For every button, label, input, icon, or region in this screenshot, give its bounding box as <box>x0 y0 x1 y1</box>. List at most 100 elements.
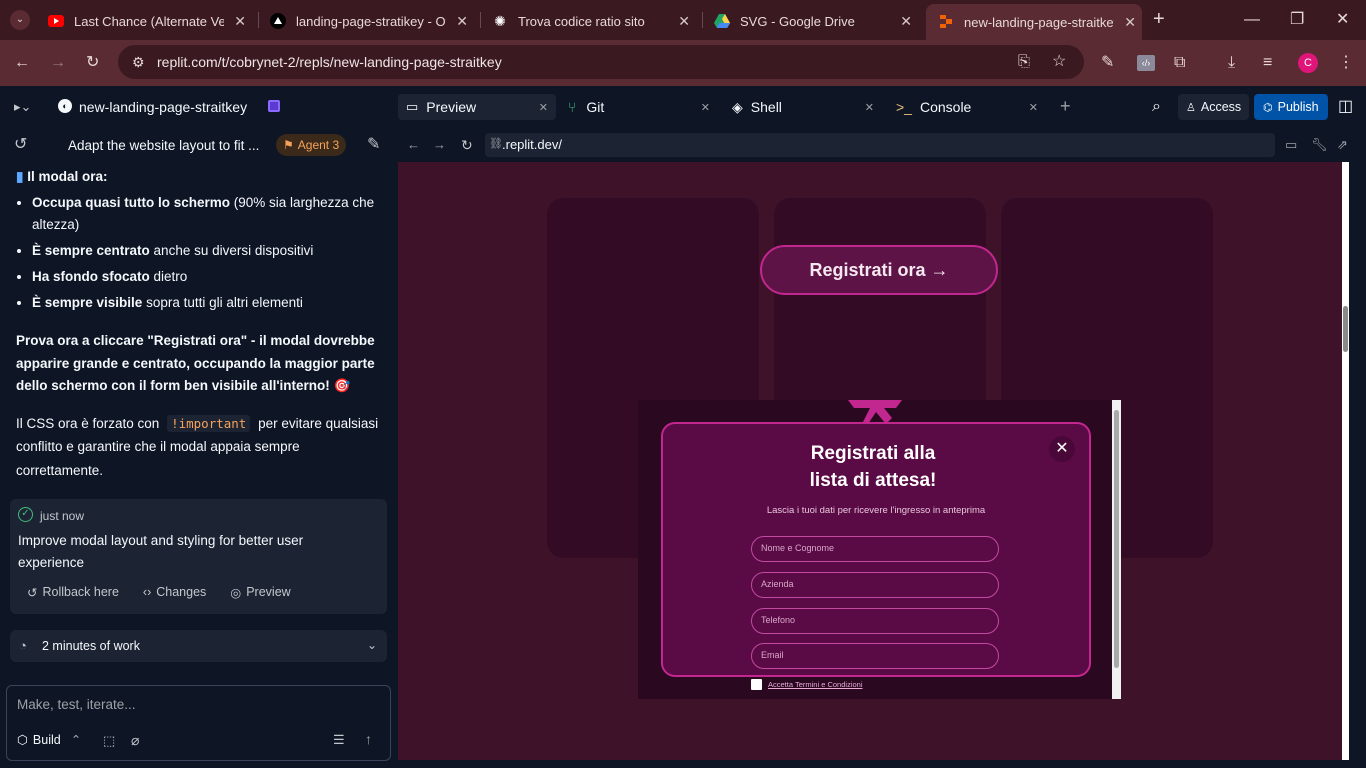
prompt-input[interactable]: Make, test, iterate... <box>17 697 136 712</box>
devices-icon[interactable]: ▭ <box>1285 137 1297 153</box>
rollback-button[interactable]: ↺ Rollback here <box>18 579 128 605</box>
avatar[interactable]: C <box>1298 53 1318 73</box>
forward-icon[interactable]: → <box>433 137 446 153</box>
work-label: 2 minutes of work <box>42 639 140 653</box>
preview-url-input[interactable]: ⛓ .replit.dev/ <box>485 133 1275 157</box>
terms-checkbox[interactable] <box>751 679 762 690</box>
menu-kebab-icon[interactable]: ⋮ <box>1338 55 1354 71</box>
attach-icon[interactable]: ⌀ <box>131 732 139 749</box>
list-item: È sempre visibile sopra tutti gli altri … <box>32 292 384 314</box>
project-name[interactable]: new-landing-page-straitkey <box>79 99 247 115</box>
download-icon[interactable]: ⤓ <box>1228 55 1235 71</box>
company-field[interactable]: Azienda <box>751 572 999 598</box>
minimize-icon[interactable]: — <box>1244 12 1260 28</box>
publish-button[interactable]: ⌬ Publish <box>1254 94 1328 120</box>
install-app-icon[interactable]: ⎘ <box>1018 54 1030 70</box>
modal-scrollbar[interactable] <box>1112 400 1121 699</box>
modal-scrollbar-thumb[interactable] <box>1114 410 1119 668</box>
restore-icon[interactable]: ❐ <box>1290 12 1304 28</box>
work-summary[interactable]: ◔ 2 minutes of work ⌄ <box>10 630 387 662</box>
tab-youtube[interactable]: Last Chance (Alternate Versic ✕ <box>40 6 252 36</box>
new-chat-icon[interactable]: ✎ <box>367 137 380 153</box>
reload-icon[interactable]: ↻ <box>461 137 473 153</box>
tab-label: Git <box>586 99 605 115</box>
google-drive-icon <box>714 13 730 29</box>
modal-title-line: lista di attesa! <box>809 470 937 491</box>
address-bar[interactable]: ⚙ replit.com/t/cobrynet-2/repls/new-land… <box>118 45 1084 79</box>
media-control-icon[interactable]: ≡ <box>1263 55 1272 71</box>
close-icon[interactable]: ✕ <box>539 101 548 114</box>
history-icon[interactable]: ↺ <box>14 137 27 153</box>
close-icon[interactable]: ✕ <box>678 13 690 30</box>
tab-preview[interactable]: ▭ Preview ✕ <box>398 94 556 120</box>
back-icon[interactable]: ← <box>14 55 30 71</box>
phone-field[interactable]: Telefono <box>751 608 999 634</box>
site-info-icon[interactable]: ⚙ <box>132 54 145 70</box>
terminal-icon: >_ <box>896 99 912 115</box>
external-link-icon[interactable]: ⇗ <box>1337 137 1348 153</box>
build-mode-button[interactable]: ⬡ Build ⌃ <box>17 732 82 748</box>
agent-chat-pane: ↺ Adapt the website layout to fit ... ⚑ … <box>0 128 397 768</box>
tab-drive[interactable]: SVG - Google Drive ✕ <box>706 6 918 36</box>
close-icon[interactable]: ✕ <box>701 101 710 114</box>
tab-vercel[interactable]: landing-page-stratikey - Ove ✕ <box>262 6 474 36</box>
bullet-text: sopra tutti gli altri elementi <box>142 295 303 310</box>
dev-extension-icon[interactable]: ‹/› <box>1137 55 1155 71</box>
browser-toolbar: ← → ↻ ⚙ replit.com/t/cobrynet-2/repls/ne… <box>0 40 1366 86</box>
tab-console[interactable]: >_ Console ✕ <box>896 94 1046 120</box>
close-icon[interactable]: ✕ <box>1124 14 1136 31</box>
message-css-note: Il CSS ora è forzato con !important per … <box>16 412 384 483</box>
page-scrollbar-thumb[interactable] <box>1343 306 1348 352</box>
close-icon[interactable]: ✕ <box>1029 101 1038 114</box>
tab-separator <box>258 12 259 28</box>
terms-link[interactable]: Accetta Termini e Condizioni <box>768 680 863 689</box>
chevron-up-icon: ⌃ <box>70 733 82 747</box>
select-element-icon[interactable]: ⬚ <box>103 733 115 749</box>
close-icon[interactable]: ✕ <box>234 13 246 30</box>
register-cta-button[interactable]: Registrati ora → <box>760 245 998 295</box>
check-circle-icon: ✓ <box>18 507 33 522</box>
send-arrow-icon[interactable]: ↑ <box>365 731 372 747</box>
page-scrollbar[interactable] <box>1342 162 1349 760</box>
tab-replit[interactable]: new-landing-page-straitkey ✕ <box>926 4 1142 40</box>
bullet-bold: È sempre centrato <box>32 243 150 258</box>
monitor-icon: ▭ <box>406 99 419 114</box>
bullet-bold: È sempre visibile <box>32 295 143 310</box>
bullet-bold: Ha sfondo sfocato <box>32 269 150 284</box>
reload-icon[interactable]: ↻ <box>86 55 99 71</box>
changes-button[interactable]: ‹› Changes <box>133 579 216 605</box>
rollback-icon: ↺ <box>27 585 38 600</box>
settings-sliders-icon[interactable]: ☰ <box>333 732 345 748</box>
website-preview: Registrati ora → Registrati alla lista d… <box>398 162 1349 760</box>
tab-git[interactable]: ⑂ Git ✕ <box>568 94 718 120</box>
layout-toggle-icon[interactable]: ◫ <box>1338 99 1353 115</box>
tab-shell[interactable]: ◈ Shell ✕ <box>732 94 882 120</box>
access-button[interactable]: ♙ Access <box>1178 94 1250 120</box>
sidebar-toggle-icon[interactable]: ▸⌄ <box>14 99 31 115</box>
tab-chatgpt[interactable]: ✺ Trova codice ratio sito ✕ <box>484 6 696 36</box>
close-icon[interactable]: ✕ <box>900 13 912 30</box>
modal-subtitle: Lascia i tuoi dati per ricevere l'ingres… <box>766 505 986 516</box>
modal-close-button[interactable]: ✕ <box>1049 436 1075 462</box>
chevron-down-icon: ⌄ <box>366 638 377 652</box>
cube-icon: ⬡ <box>17 733 28 747</box>
wrench-icon[interactable]: 🔧︎ <box>1311 137 1328 153</box>
url-text: replit.com/t/cobrynet-2/repls/new-landin… <box>157 54 502 70</box>
bookmark-star-icon[interactable]: ☆ <box>1052 54 1066 70</box>
eyedropper-icon[interactable]: ✎ <box>1101 55 1114 71</box>
checkpoint-card: ✓ just now Improve modal layout and styl… <box>10 499 387 614</box>
user-icon: ♙ <box>1186 101 1196 114</box>
search-icon[interactable]: ⌕ <box>1152 99 1161 115</box>
preview-button[interactable]: ◎ Preview <box>221 579 300 605</box>
email-field[interactable]: Email <box>751 643 999 669</box>
forward-icon[interactable]: → <box>50 55 66 71</box>
name-field[interactable]: Nome e Cognome <box>751 536 999 562</box>
window-close-icon[interactable]: ✕ <box>1336 12 1349 28</box>
tab-search-button[interactable]: ⌄ <box>10 10 30 30</box>
extensions-icon[interactable]: ⧉ <box>1174 55 1185 71</box>
back-icon[interactable]: ← <box>407 137 420 153</box>
add-tab-icon[interactable]: + <box>1060 97 1071 115</box>
close-icon[interactable]: ✕ <box>865 101 874 114</box>
close-icon[interactable]: ✕ <box>456 13 468 30</box>
new-tab-icon[interactable]: + <box>1153 9 1165 29</box>
